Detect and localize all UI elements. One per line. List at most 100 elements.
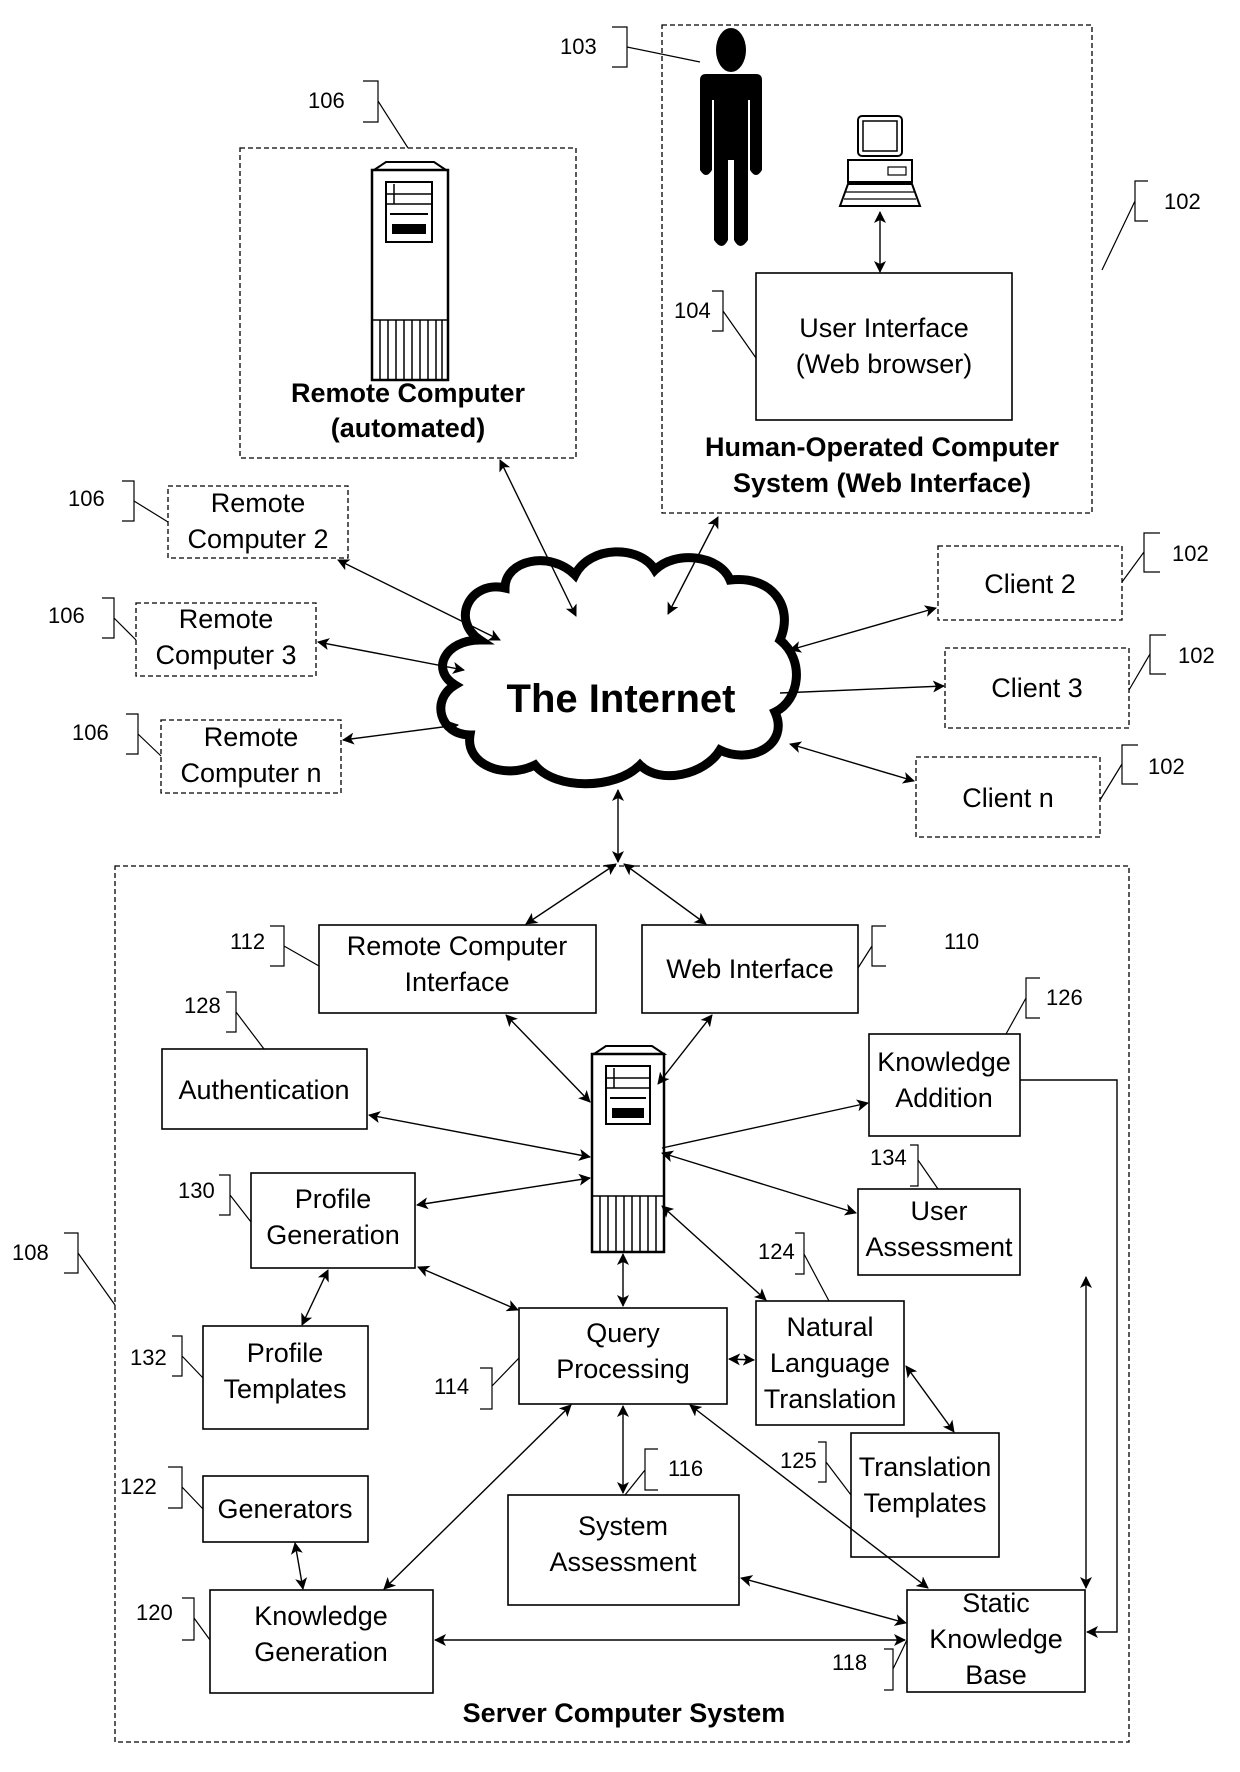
remote-computer-2-label: Remote	[211, 488, 306, 518]
ref-116: 116	[668, 1456, 703, 1481]
connector	[740, 1575, 907, 1626]
remote-computer-3: Remote Computer 3 106	[48, 597, 317, 677]
remote-computer-2-sublabel: Computer 2	[187, 524, 328, 554]
module-label: Remote Computer	[347, 931, 568, 961]
ref-bracket	[182, 1597, 211, 1641]
remote-computer-n-sublabel: Computer n	[180, 758, 321, 788]
module-label: Profile	[295, 1184, 372, 1214]
remote-computer-subtitle: (automated)	[331, 413, 486, 443]
ref-bracket	[612, 26, 701, 68]
module-label: Language	[770, 1348, 890, 1378]
remote-computer-n: Remote Computer n 106	[72, 713, 342, 794]
ref-102-main: 102	[1164, 189, 1201, 214]
remote-computer-3-label: Remote	[179, 604, 274, 634]
ref-bracket	[102, 597, 137, 641]
module-label: Translation	[764, 1384, 897, 1414]
user-interface-label: User Interface	[799, 313, 969, 343]
ref-bracket	[795, 1232, 830, 1302]
connector	[1020, 1079, 1118, 1638]
ref-132: 132	[130, 1345, 167, 1370]
ref-bracket	[172, 1335, 204, 1379]
ref-bracket	[857, 925, 886, 969]
module-label: Natural	[786, 1312, 873, 1342]
ref-124: 124	[758, 1239, 795, 1264]
desktop-computer-icon	[838, 115, 922, 207]
ref-134: 134	[870, 1145, 907, 1170]
human-system-title: Human-Operated Computer	[705, 432, 1060, 462]
module-label: Static	[962, 1588, 1030, 1618]
module-generators: Generators 122	[120, 1466, 369, 1543]
client-2-label: Client 2	[984, 569, 1076, 599]
module-label: Base	[965, 1660, 1027, 1690]
module-label: Knowledge	[877, 1047, 1011, 1077]
module-knowledge-generation: Knowledge Generation 120	[136, 1589, 434, 1694]
ref-125: 125	[780, 1448, 817, 1473]
system-architecture-diagram: Remote Computer (automated) 106 User Int…	[12, 24, 1215, 1743]
connector	[342, 720, 459, 745]
connector	[416, 1173, 591, 1210]
ref-120: 120	[136, 1600, 173, 1625]
connector	[368, 1111, 591, 1161]
connector	[661, 1205, 767, 1301]
person-icon	[700, 28, 762, 246]
connector	[661, 1099, 869, 1149]
module-label: User	[910, 1196, 967, 1226]
ref-bracket	[1128, 634, 1166, 691]
module-label: Addition	[895, 1083, 993, 1113]
server-tower-icon	[370, 161, 450, 382]
remote-computer-3-sublabel: Computer 3	[155, 640, 296, 670]
module-label: Generators	[217, 1494, 352, 1524]
ref-bracket	[910, 1144, 939, 1190]
module-label: Authentication	[178, 1075, 349, 1105]
client-3: Client 3 102	[944, 634, 1215, 729]
ref-122: 122	[120, 1474, 157, 1499]
module-label: Profile	[247, 1338, 324, 1368]
server-system-title: Server Computer System	[463, 1698, 786, 1728]
ref-110: 110	[944, 929, 979, 954]
remote-computer-title: Remote Computer	[291, 378, 526, 408]
ref-bracket	[122, 480, 169, 523]
ref-114: 114	[434, 1374, 469, 1399]
remote-computer-automated: Remote Computer (automated) 106	[239, 80, 577, 459]
ref-bracket	[64, 1232, 116, 1306]
module-label: Query	[586, 1318, 660, 1348]
ref-130: 130	[178, 1178, 215, 1203]
module-web-interface: Web Interface 110	[641, 924, 979, 1014]
ref-bracket	[884, 1639, 908, 1691]
ref-bracket	[480, 1357, 520, 1410]
central-server-icon	[590, 1045, 668, 1254]
ref-bracket	[712, 290, 757, 359]
ref-108: 108	[12, 1240, 49, 1265]
module-label: Assessment	[549, 1547, 697, 1577]
connector	[779, 680, 945, 694]
module-label: Templates	[223, 1374, 346, 1404]
module-label: Translation	[859, 1452, 992, 1482]
ref-128: 128	[184, 993, 221, 1018]
client-2: Client 2 102	[937, 532, 1209, 621]
ref-112: 112	[230, 929, 265, 954]
ref-bracket	[1099, 744, 1138, 801]
connector	[789, 605, 937, 653]
client-n-label: Client n	[962, 783, 1054, 813]
module-remote-computer-interface: Remote Computer Interface 112	[230, 924, 597, 1014]
connector	[290, 1542, 308, 1590]
ref-bracket	[270, 925, 320, 967]
module-label: Generation	[266, 1220, 400, 1250]
internet-cloud: The Internet	[436, 547, 801, 789]
ref-bracket	[818, 1441, 852, 1496]
module-label: Processing	[556, 1354, 690, 1384]
module-label: Assessment	[865, 1232, 1013, 1262]
client-3-label: Client 3	[991, 673, 1083, 703]
module-user-assessment: User Assessment 134	[857, 1144, 1021, 1276]
server-computer-system: Server Computer System 108 Remote Comput…	[12, 863, 1130, 1743]
module-knowledge-addition: Knowledge Addition 126	[868, 977, 1083, 1137]
ref-bracket	[219, 1174, 252, 1223]
module-label: System	[578, 1511, 668, 1541]
user-interface-sublabel: (Web browser)	[796, 349, 973, 379]
ref-106-main: 106	[308, 88, 345, 113]
connector	[728, 1353, 755, 1366]
connector	[417, 1265, 519, 1312]
connector	[301, 1269, 329, 1326]
connector	[661, 1150, 857, 1216]
ref-106: 106	[68, 486, 105, 511]
